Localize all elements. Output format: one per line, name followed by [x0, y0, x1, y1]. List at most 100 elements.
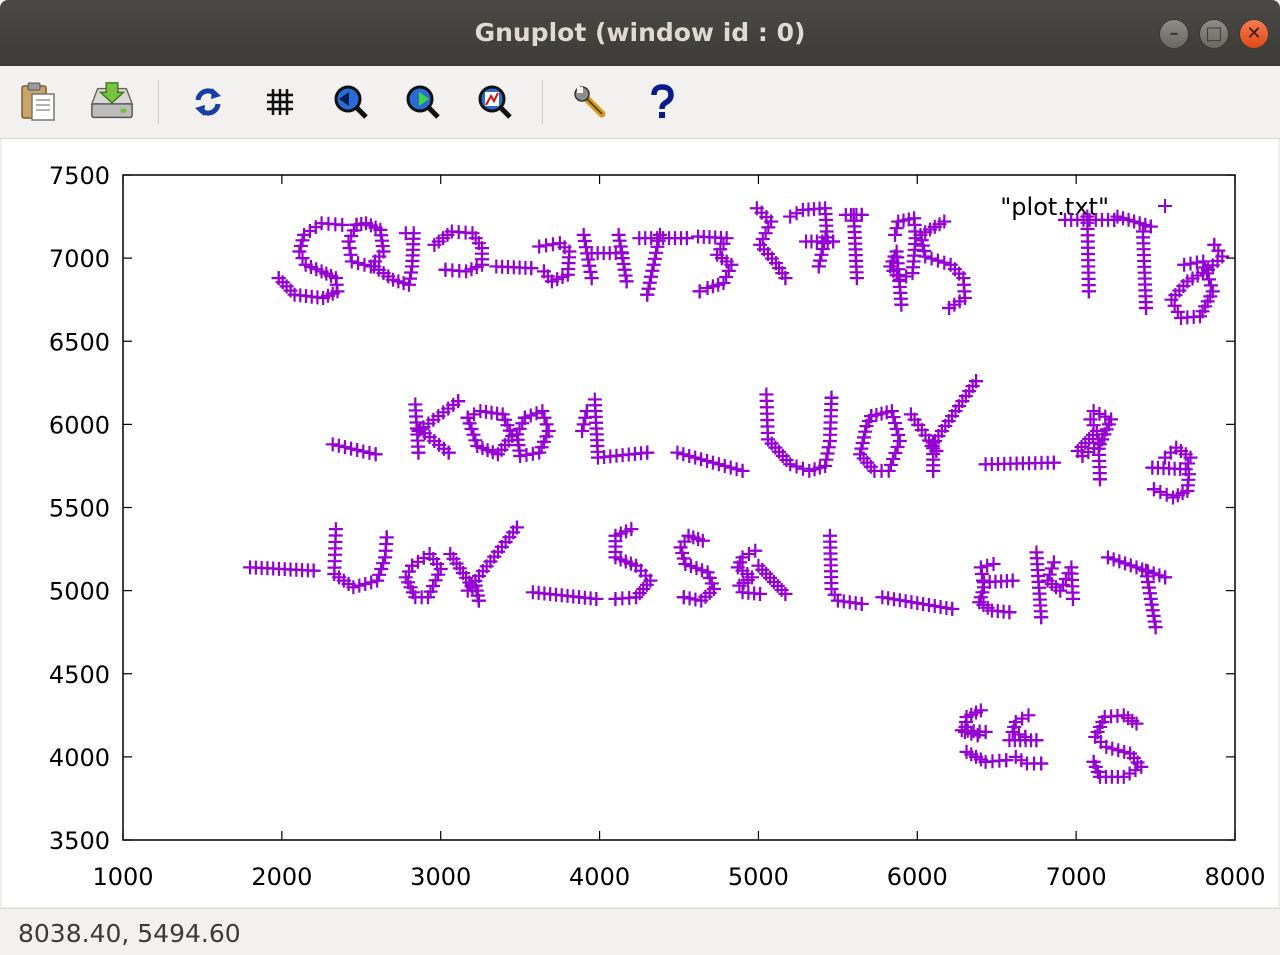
x-tick-label: 8000: [1204, 863, 1265, 891]
status-bar: 8038.40, 5494.60: [0, 908, 1280, 955]
data-point: [582, 258, 597, 273]
zoom-next-button[interactable]: [399, 78, 447, 126]
data-point: [438, 262, 453, 277]
data-point: [344, 441, 359, 456]
data-point: [368, 447, 383, 462]
data-point: [331, 438, 346, 453]
close-button[interactable]: ✕: [1239, 19, 1269, 49]
data-series: [271, 201, 1230, 325]
title-bar[interactable]: Gnuplot (window id : 0) – □ ✕: [0, 0, 1280, 66]
wrench-icon: [574, 86, 606, 118]
data-point: [1081, 284, 1096, 299]
data-point: [344, 254, 359, 269]
data-point: [783, 209, 798, 224]
y-tick-label: 7000: [49, 245, 110, 273]
plot-area[interactable]: 1000 2000 3000 4000 5000 6000 7000 8000 3500 4000…: [2, 139, 1278, 907]
toolbar: [0, 66, 1280, 139]
data-point: [924, 251, 939, 266]
y-tick-label: 3500: [49, 827, 110, 855]
y-tick-label: 7500: [49, 162, 110, 190]
zoom-forward-icon: [406, 85, 440, 119]
toggle-grid-button[interactable]: [256, 78, 304, 126]
data-point: [608, 591, 623, 606]
data-point: [937, 255, 952, 270]
toolbar-separator: [158, 80, 159, 124]
data-series: [954, 703, 1149, 784]
data-point: [351, 256, 366, 271]
data-point: [888, 227, 903, 242]
maximize-button[interactable]: □: [1199, 19, 1229, 49]
data-point: [789, 206, 804, 221]
data-point: [539, 417, 554, 432]
help-icon: [651, 84, 674, 118]
data-point: [1015, 711, 1030, 726]
replot-button[interactable]: [184, 78, 232, 126]
settings-button[interactable]: [566, 78, 614, 126]
data-point: [577, 234, 592, 249]
cursor-coordinates: 8038.40, 5494.60: [18, 919, 241, 948]
close-icon: ✕: [1246, 23, 1262, 44]
save-disk-icon: [90, 82, 134, 119]
data-point: [930, 253, 945, 268]
data-point: [1092, 472, 1107, 487]
export-button[interactable]: [88, 78, 136, 126]
data-point: [1044, 561, 1059, 576]
data-point: [1046, 455, 1061, 470]
data-point: [411, 445, 426, 460]
data-series: [325, 374, 1198, 505]
data-point: [741, 547, 756, 562]
data-point: [1183, 256, 1198, 271]
data-point: [295, 251, 310, 266]
clipboard-icon: [21, 82, 55, 121]
y-tick-label: 4000: [49, 744, 110, 772]
data-point: [1173, 310, 1188, 325]
data-point: [1153, 484, 1168, 499]
data-point: [1046, 555, 1061, 570]
gnuplot-window: Gnuplot (window id : 0) – □ ✕ 1000 2000 …: [0, 0, 1280, 955]
copy-clipboard-button[interactable]: [14, 78, 62, 126]
data-point: [748, 543, 763, 558]
data-point: [545, 237, 560, 252]
data-point: [575, 424, 590, 439]
data-point: [999, 753, 1014, 768]
data-series: [243, 520, 1173, 635]
data-point: [532, 239, 547, 254]
refresh-icon: [195, 88, 221, 116]
zoom-fit-icon: [478, 85, 512, 119]
x-tick-label: 2000: [251, 863, 312, 891]
data-point: [576, 417, 591, 432]
minimize-icon: –: [1169, 23, 1179, 44]
minimize-button[interactable]: –: [1159, 19, 1189, 49]
data-point: [356, 444, 371, 459]
x-tick-label: 1000: [92, 863, 153, 891]
data-point: [1065, 591, 1080, 606]
data-point: [337, 440, 352, 455]
data-point: [819, 452, 834, 467]
data-point: [1159, 487, 1174, 502]
autoscale-button[interactable]: [471, 78, 519, 126]
y-tick-label: 6000: [49, 411, 110, 439]
data-point: [824, 390, 839, 405]
window-title: Gnuplot (window id : 0): [474, 18, 806, 47]
data-point: [362, 445, 377, 460]
data-point: [357, 257, 372, 272]
data-point: [820, 446, 835, 461]
data-point: [576, 227, 591, 242]
data-point: [1034, 756, 1049, 771]
data-point: [584, 271, 599, 286]
data-point: [889, 221, 904, 236]
y-tick-label: 5500: [49, 495, 110, 523]
y-tick-label: 6500: [49, 328, 110, 356]
y-tick-label: 5000: [49, 578, 110, 606]
x-tick-label: 4000: [569, 863, 630, 891]
data-point: [581, 252, 596, 267]
scatter-chart[interactable]: 1000 2000 3000 4000 5000 6000 7000 8000 3500 4000…: [2, 139, 1278, 907]
data-point: [692, 284, 707, 299]
data-point: [821, 440, 836, 455]
data-point: [1021, 708, 1036, 723]
zoom-previous-button[interactable]: [327, 78, 375, 126]
help-button[interactable]: [638, 78, 686, 126]
data-point: [640, 445, 655, 460]
data-point: [1177, 257, 1192, 272]
x-tick-label: 5000: [728, 863, 789, 891]
